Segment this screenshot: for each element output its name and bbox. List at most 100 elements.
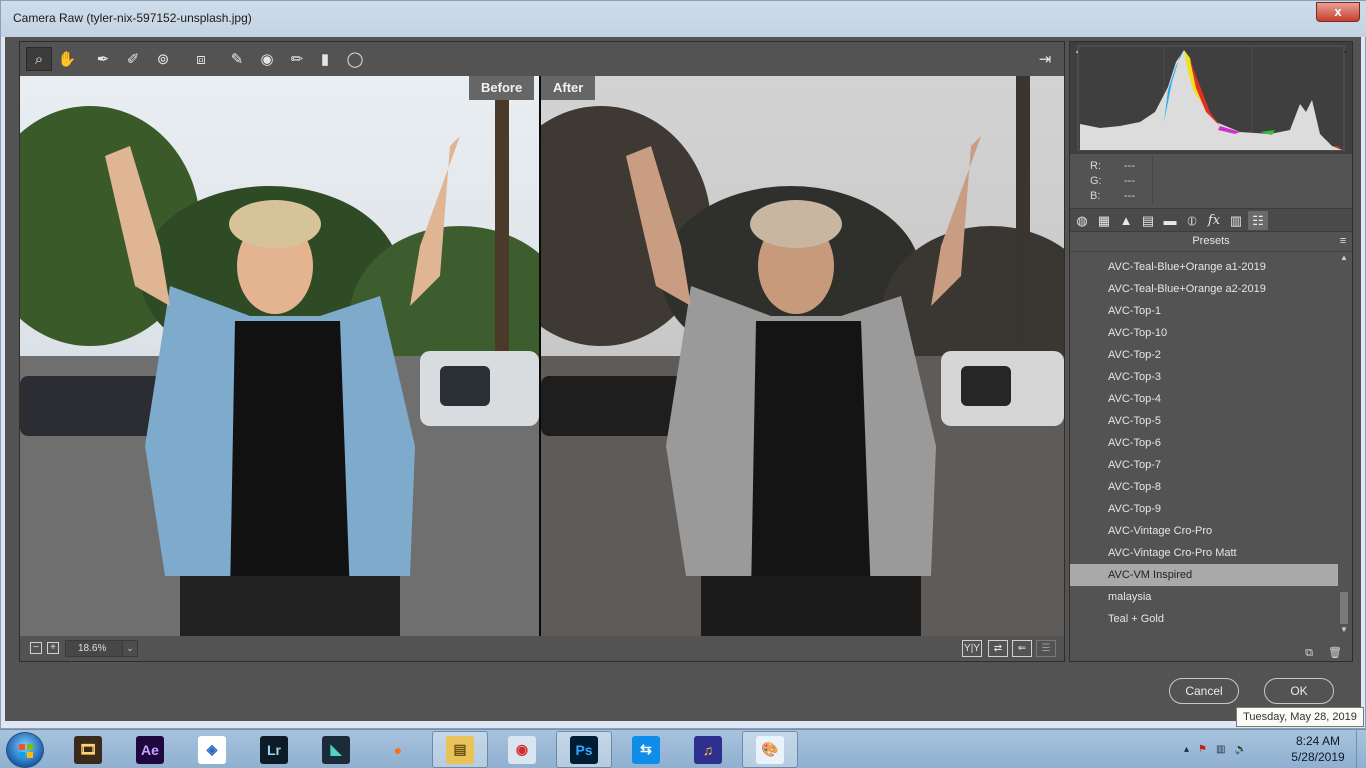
before-after-view-icon[interactable]: Y|Y xyxy=(962,640,982,657)
taskbar-app-button[interactable]: ▤ xyxy=(432,731,488,768)
after-label: After xyxy=(541,76,596,100)
taskbar-app-button[interactable]: ◣ xyxy=(308,731,364,768)
preset-item[interactable]: AVC-Top-3 xyxy=(1070,366,1340,388)
preset-item[interactable]: AVC-Top-2 xyxy=(1070,344,1340,366)
preset-item[interactable]: AVC-Top-5 xyxy=(1070,410,1340,432)
action-center-icon[interactable]: ⚑ xyxy=(1198,744,1207,755)
preview-bottom-bar: − + 18.6% ⌄ Y|Y ⇄ ⇐ ☰ xyxy=(20,636,1064,661)
zoom-out-button[interactable]: − xyxy=(30,642,42,654)
show-hidden-icons-icon[interactable]: ▴ xyxy=(1184,744,1189,755)
red-eye-tool-icon[interactable]: ◉ xyxy=(254,47,280,71)
presets-title: Presets xyxy=(1192,235,1230,247)
dialog-client-area: ⌕ ✋ ✒ ✐ ⊚ ⧈ ✎ ◉ ✏ ▮ ◯ ⇥ Before After − +… xyxy=(5,37,1361,721)
split-toning-icon[interactable]: ▬ xyxy=(1160,211,1180,230)
taskbar-app-button[interactable]: 🎨 xyxy=(742,731,798,768)
image-preview[interactable]: Before After xyxy=(20,76,1064,636)
r-value: --- xyxy=(1124,160,1135,172)
app-diamond-icon: ◈ xyxy=(198,735,226,764)
taskbar-app-button[interactable]: ◈ xyxy=(184,731,240,768)
white-balance-tool-icon[interactable]: ✒ xyxy=(90,47,116,71)
b-label: B: xyxy=(1090,190,1101,202)
copy-settings-icon[interactable]: ⇐ xyxy=(1012,640,1032,657)
taskbar-app-button[interactable]: ⇆ xyxy=(618,731,674,768)
title-bar: Camera Raw (tyler-nix-597152-unsplash.jp… xyxy=(1,1,1366,37)
preset-item[interactable]: Teal + Gold xyxy=(1070,608,1340,630)
video-icon: 🎞 xyxy=(74,735,102,764)
preset-item[interactable]: AVC-Teal-Blue+Orange a2-2019 xyxy=(1070,278,1340,300)
rgb-readout: R: --- G: --- B: --- xyxy=(1090,160,1135,205)
volume-icon[interactable]: 🔈 xyxy=(1234,744,1246,755)
histogram-graph xyxy=(1077,45,1345,151)
clock[interactable]: 8:24 AM 5/28/2019 xyxy=(1278,733,1358,765)
preset-item[interactable]: AVC-Top-8 xyxy=(1070,476,1340,498)
taskbar-app-button[interactable]: Ae xyxy=(122,731,178,768)
preset-item[interactable]: AVC-Top-9 xyxy=(1070,498,1340,520)
tone-curve-icon[interactable]: ▦ xyxy=(1094,211,1114,230)
adjustment-brush-tool-icon[interactable]: ✏ xyxy=(284,47,310,71)
readout-separator xyxy=(1152,156,1153,204)
taskbar-app-button[interactable]: Ps xyxy=(556,731,612,768)
preset-item[interactable]: AVC-Top-1 xyxy=(1070,300,1340,322)
zoom-in-button[interactable]: + xyxy=(47,642,59,654)
teamviewer-icon: ⇆ xyxy=(632,735,660,764)
ok-button[interactable]: OK xyxy=(1264,678,1334,704)
zoom-dropdown-icon[interactable]: ⌄ xyxy=(122,640,138,657)
window-close-button[interactable]: x xyxy=(1316,2,1360,22)
basic-icon[interactable]: ◍ xyxy=(1072,211,1092,230)
swap-settings-icon[interactable]: ⇄ xyxy=(988,640,1008,657)
effects-icon[interactable]: fx xyxy=(1204,211,1224,230)
target-adjustment-tool-icon[interactable]: ⊚ xyxy=(150,47,176,71)
preset-item[interactable]: AVC-Vintage Cro-Pro xyxy=(1070,520,1340,542)
tool-bar: ⌕ ✋ ✒ ✐ ⊚ ⧈ ✎ ◉ ✏ ▮ ◯ ⇥ xyxy=(20,42,1064,76)
clock-date: 5/28/2019 xyxy=(1291,750,1345,764)
preset-item[interactable]: AVC-Vintage Cro-Pro Matt xyxy=(1070,542,1340,564)
scroll-down-icon[interactable]: ▼ xyxy=(1338,624,1350,636)
scroll-thumb[interactable] xyxy=(1340,592,1348,624)
before-image: Before xyxy=(20,76,539,636)
color-sampler-tool-icon[interactable]: ✐ xyxy=(120,47,146,71)
new-preset-icon[interactable]: ⧉ xyxy=(1302,646,1316,660)
preview-panel: ⌕ ✋ ✒ ✐ ⊚ ⧈ ✎ ◉ ✏ ▮ ◯ ⇥ Before After − +… xyxy=(19,41,1065,662)
lens-corrections-icon[interactable]: ⦶ xyxy=(1182,211,1202,230)
window-title: Camera Raw (tyler-nix-597152-unsplash.jp… xyxy=(13,11,252,25)
scroll-up-icon[interactable]: ▲ xyxy=(1338,252,1350,264)
radial-filter-tool-icon[interactable]: ◯ xyxy=(342,47,368,71)
preset-item[interactable]: AVC-Top-10 xyxy=(1070,322,1340,344)
transform-tool-icon[interactable]: ⧈ xyxy=(188,47,214,71)
preset-item[interactable]: malaysia xyxy=(1070,586,1340,608)
preset-item[interactable]: AVC-Top-4 xyxy=(1070,388,1340,410)
file-explorer-icon: ▤ xyxy=(446,735,474,764)
before-photo xyxy=(20,76,539,636)
taskbar-app-button[interactable]: 🎞 xyxy=(60,731,116,768)
panel-tabs: ◍ ▦ ▲ ▤ ▬ ⦶ fx ▥ ☷ xyxy=(1070,208,1352,232)
hsl-icon[interactable]: ▤ xyxy=(1138,211,1158,230)
preset-item-selected[interactable]: AVC-VM Inspired xyxy=(1070,564,1340,586)
presets-icon[interactable]: ☷ xyxy=(1248,211,1268,230)
calibration-icon[interactable]: ▥ xyxy=(1226,211,1246,230)
preset-item[interactable]: AVC-Top-7 xyxy=(1070,454,1340,476)
taskbar-app-button[interactable]: Lr xyxy=(246,731,302,768)
hand-tool-icon[interactable]: ✋ xyxy=(54,47,80,71)
graduated-filter-tool-icon[interactable]: ▮ xyxy=(312,47,338,71)
show-desktop-button[interactable] xyxy=(1356,730,1366,768)
taskbar-app-button[interactable]: ♫ xyxy=(680,731,736,768)
presets-menu-icon[interactable]: ≡ xyxy=(1338,236,1348,247)
preset-item[interactable]: AVC-Teal-Blue+Orange a1-2019 xyxy=(1070,256,1340,278)
taskbar-app-button[interactable]: ◉ xyxy=(494,731,550,768)
export-icon[interactable]: ⇥ xyxy=(1032,47,1058,71)
before-label: Before xyxy=(469,76,535,100)
delete-preset-icon[interactable]: 🗑 xyxy=(1328,646,1342,660)
firefox-icon: ● xyxy=(393,741,403,758)
preset-item[interactable]: AVC-Top-6 xyxy=(1070,432,1340,454)
network-icon[interactable]: ▥ xyxy=(1216,744,1225,755)
lightroom-icon: Lr xyxy=(260,735,288,764)
start-button[interactable] xyxy=(6,732,44,768)
taskbar-app-button[interactable]: ● xyxy=(370,731,426,768)
detail-icon[interactable]: ▲ xyxy=(1116,211,1136,230)
presets-scrollbar[interactable]: ▲ ▼ xyxy=(1338,252,1350,636)
spot-removal-tool-icon[interactable]: ✎ xyxy=(224,47,250,71)
presets-header: Presets ≡ xyxy=(1070,232,1352,252)
toggle-settings-icon[interactable]: ☰ xyxy=(1036,640,1056,657)
cancel-button[interactable]: Cancel xyxy=(1169,678,1239,704)
zoom-tool-icon[interactable]: ⌕ xyxy=(26,47,52,71)
